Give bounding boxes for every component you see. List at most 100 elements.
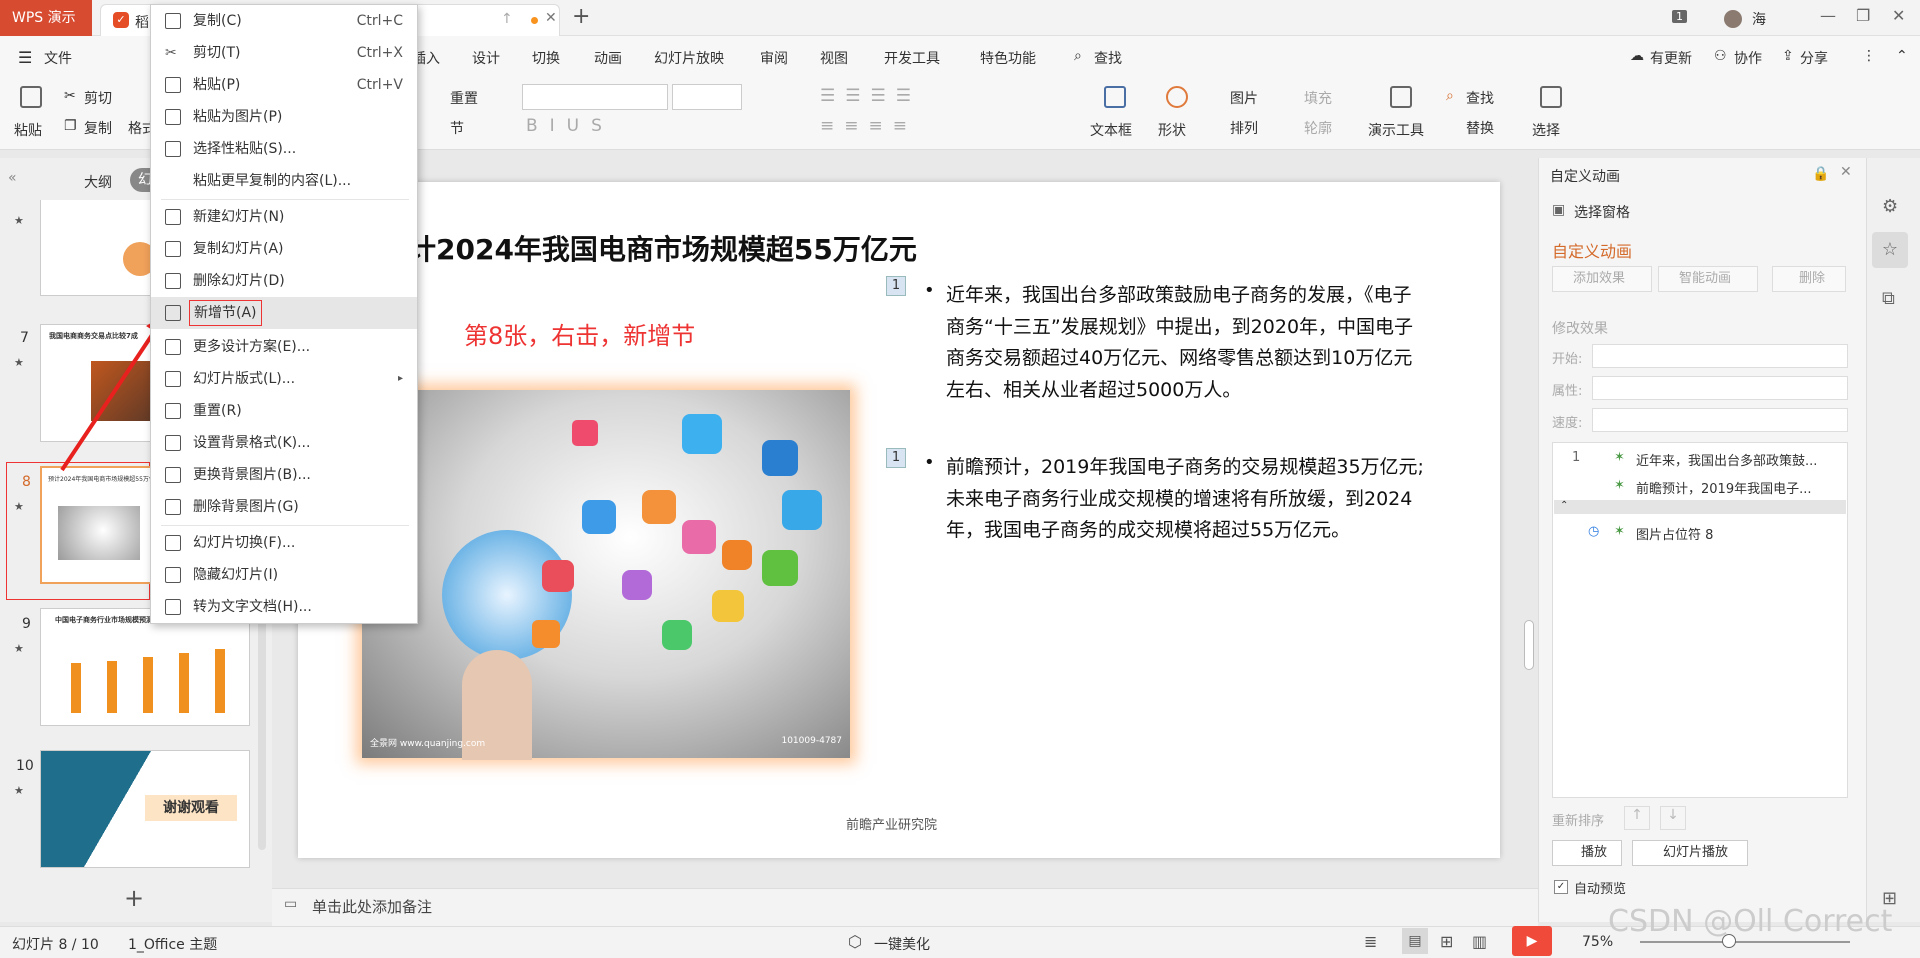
hamburger-icon[interactable]: ☰ [18, 48, 32, 67]
select-pane-button[interactable]: 选择窗格 [1574, 202, 1630, 222]
upload-icon[interactable]: ↑ [501, 11, 513, 27]
share-button[interactable]: 分享 [1800, 48, 1828, 68]
menu-item-add-section[interactable]: 新增节(A) [151, 297, 417, 329]
menu-item-hide-slide[interactable]: 隐藏幻灯片(I) [151, 559, 417, 591]
menu-view[interactable]: 视图 [820, 48, 848, 68]
collab-icon[interactable]: ⚇ [1714, 48, 1727, 64]
share-icon[interactable]: ⇪ [1782, 48, 1794, 64]
menu-item-delete-bg[interactable]: 删除背景图片(G) [151, 491, 417, 523]
menu-design[interactable]: 设计 [472, 48, 500, 68]
beautify-button[interactable]: 一键美化 [874, 934, 930, 954]
menu-item-cut[interactable]: ✂ 剪切(T) Ctrl+X [151, 37, 417, 69]
anim-item-2[interactable]: 前瞻预计，2019年我国电子... [1636, 478, 1811, 497]
find-icon[interactable]: ⌕ [1446, 88, 1454, 104]
minimize-icon[interactable]: — [1820, 6, 1836, 25]
bullet-text-2[interactable]: 前瞻预计，2019年我国电子商务的交易规模超35万亿元;未来电子商务行业成交规模… [946, 452, 1426, 547]
shape-icon[interactable] [1166, 86, 1188, 108]
menu-item-paste-image[interactable]: 粘贴为图片(P) [151, 101, 417, 133]
close-window-icon[interactable]: ✕ [1892, 6, 1905, 25]
arrange-button[interactable]: 排列 [1230, 118, 1258, 138]
speed-select[interactable] [1592, 408, 1848, 432]
collapse-panel-icon[interactable]: « [8, 170, 17, 186]
collapse-ribbon-icon[interactable]: ⌃ [1896, 48, 1908, 64]
collapse-list-icon[interactable]: ⌃ [1554, 500, 1846, 514]
font-size-select[interactable] [672, 84, 742, 110]
textbox-icon[interactable] [1104, 86, 1126, 108]
sorter-view-icon[interactable]: ⊞ [1440, 932, 1453, 951]
autopreview-checkbox[interactable]: ✓ [1554, 880, 1568, 894]
find-button[interactable]: 查找 [1466, 88, 1494, 108]
paragraph-icons[interactable]: ☰☰☰☰ [820, 86, 921, 106]
outline-button[interactable]: 轮廓 [1304, 118, 1332, 138]
start-select[interactable] [1592, 344, 1848, 368]
beautify-icon[interactable]: ⬡ [848, 932, 862, 951]
transition-icon[interactable]: ⧉ [1882, 288, 1895, 309]
menu-developer[interactable]: 开发工具 [884, 48, 940, 68]
notes-area[interactable] [272, 888, 1538, 926]
menu-item-more-designs[interactable]: 更多设计方案(E)... [151, 331, 417, 363]
slide-title[interactable]: 计2024年我国电商市场规模超55万亿元 [408, 228, 917, 268]
slide-thumbnail-9[interactable]: 中国电子商务行业市场规模预测 [40, 608, 250, 726]
menu-item-paste-special[interactable]: 选择性粘贴(S)... [151, 133, 417, 165]
paste-icon[interactable] [20, 86, 42, 108]
add-slide-button[interactable]: + [124, 884, 144, 912]
select-button[interactable]: 选择 [1532, 120, 1560, 140]
menu-file[interactable]: 文件 [44, 48, 72, 68]
maximize-icon[interactable]: ❐ [1856, 6, 1870, 25]
property-select[interactable] [1592, 376, 1848, 400]
smart-animation-button[interactable]: 智能动画 [1658, 266, 1758, 292]
ecommerce-image[interactable]: 全景网 www.quanjing.com 101009-4787 [362, 390, 850, 760]
more-icon[interactable]: ⋮ [1862, 48, 1876, 64]
play-slideshow-icon[interactable]: ▶ [1512, 926, 1552, 956]
menu-find[interactable]: 查找 [1094, 48, 1122, 68]
slideshow-play-button[interactable]: 幻灯片播放 [1632, 840, 1748, 866]
theme-name[interactable]: 1_Office 主题 [128, 934, 217, 954]
add-effect-button[interactable]: 添加效果 [1552, 266, 1652, 292]
move-down-icon[interactable]: ↓ [1660, 806, 1686, 830]
menu-features[interactable]: 特色功能 [980, 48, 1036, 68]
slide-source[interactable]: 前瞻产业研究院 [846, 814, 937, 833]
close-tab-icon[interactable]: ✕ [545, 10, 557, 26]
menu-item-change-bg[interactable]: 更换背景图片(B)... [151, 459, 417, 491]
close-panel-icon[interactable]: ✕ [1840, 164, 1852, 180]
present-tools-button[interactable]: 演示工具 [1368, 120, 1424, 140]
font-family-select[interactable] [522, 84, 668, 110]
reset-button[interactable]: 重置 [450, 88, 478, 108]
menu-item-delete-slide[interactable]: 删除幻灯片(D) [151, 265, 417, 297]
reading-view-icon[interactable]: ▥ [1472, 932, 1487, 951]
slide-annotation[interactable]: 第8张，右击，新增节 [464, 316, 695, 351]
align-icons[interactable]: ≡≡≡≡ [820, 116, 917, 136]
select-icon[interactable] [1540, 86, 1562, 108]
collab-button[interactable]: 协作 [1734, 48, 1762, 68]
anim-tag-2[interactable]: 1 [886, 448, 906, 468]
zoom-slider[interactable] [1640, 941, 1850, 943]
play-button[interactable]: 播放 [1552, 840, 1622, 866]
anim-tag-1[interactable]: 1 [886, 276, 906, 296]
menu-item-new-slide[interactable]: 新建幻灯片(N) [151, 201, 417, 233]
menu-item-paste[interactable]: 粘贴(P) Ctrl+V [151, 69, 417, 101]
update-button[interactable]: 有更新 [1650, 48, 1692, 68]
anim-item-3[interactable]: 图片占位符 8 [1636, 524, 1713, 543]
section-button[interactable]: 节 [450, 118, 464, 138]
notes-toggle-icon[interactable]: ≣ [1364, 932, 1377, 951]
menu-item-reset[interactable]: 重置(R) [151, 395, 417, 427]
cut-icon[interactable]: ✂ [64, 88, 76, 104]
canvas-scrollbar[interactable] [1524, 620, 1534, 670]
copy-button[interactable]: 复制 [84, 118, 112, 138]
fill-button[interactable]: 填充 [1304, 88, 1332, 108]
delete-effect-button[interactable]: 删除 [1772, 266, 1846, 292]
settings-icon[interactable]: ⚙ [1882, 196, 1898, 217]
user-name[interactable]: 海 [1752, 9, 1766, 29]
select-pane-icon[interactable]: ▣ [1552, 202, 1565, 218]
animation-star-icon[interactable]: ☆ [1872, 232, 1908, 268]
paste-button[interactable]: 粘贴 [14, 120, 42, 140]
menu-item-bg-format[interactable]: 设置背景格式(K)... [151, 427, 417, 459]
app-tab[interactable]: WPS 演示 [0, 0, 92, 36]
menu-item-paste-earlier[interactable]: 粘贴更早复制的内容(L)... [151, 165, 417, 197]
slide-thumbnail-10[interactable]: 谢谢观看 [40, 750, 250, 868]
search-icon[interactable]: ⌕ [1074, 48, 1082, 64]
tab-outline[interactable]: 大纲 [84, 172, 112, 192]
notes-placeholder[interactable]: 单击此处添加备注 [312, 896, 432, 917]
cut-button[interactable]: 剪切 [84, 88, 112, 108]
picture-button[interactable]: 图片 [1230, 88, 1258, 108]
